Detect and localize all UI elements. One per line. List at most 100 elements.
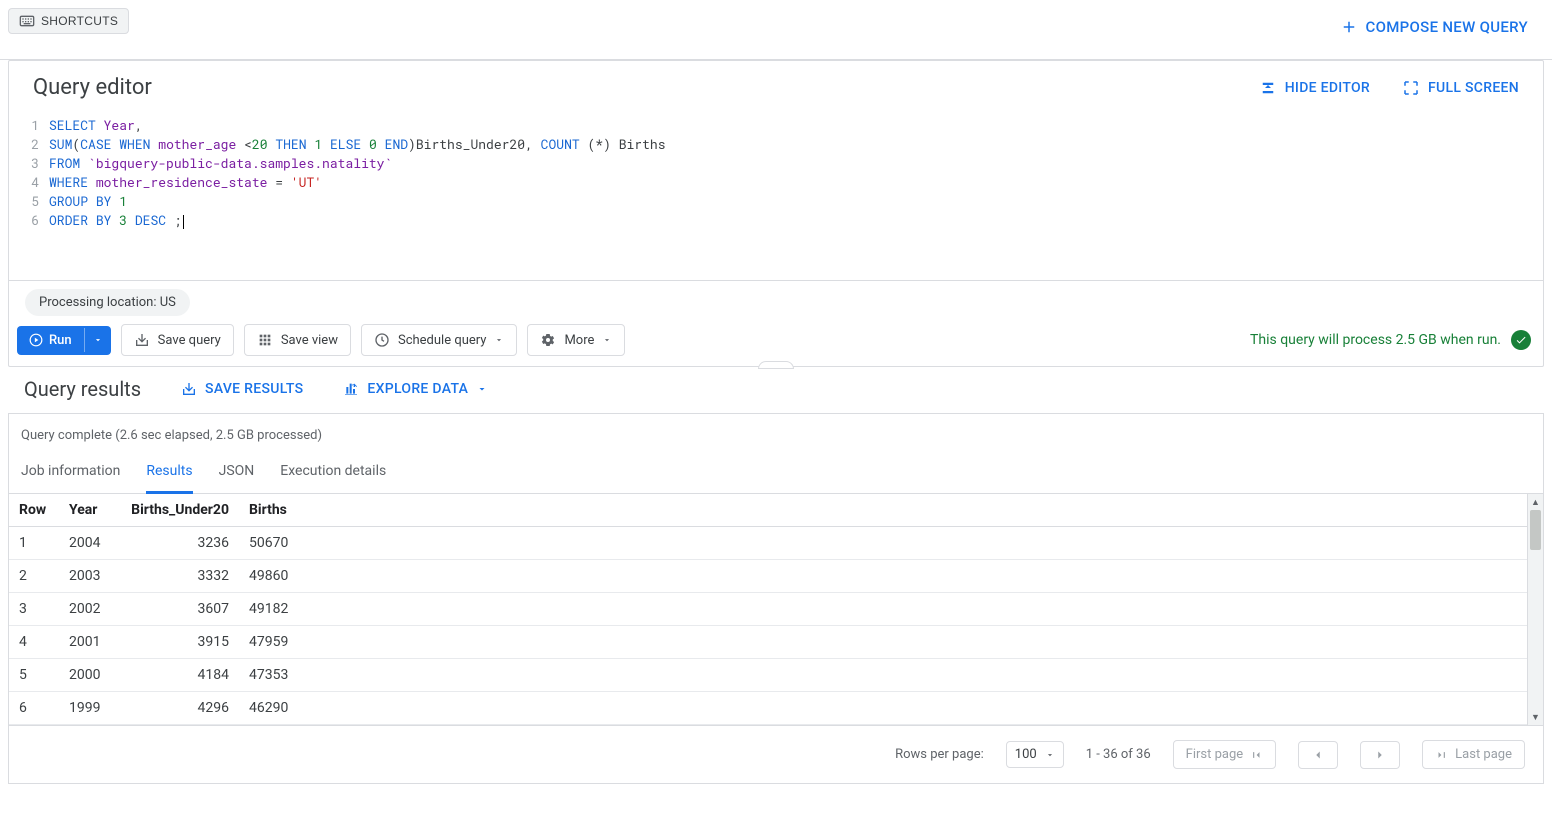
save-results-label: SAVE RESULTS <box>205 381 303 397</box>
table-row: 52000418447353 <box>9 659 1543 692</box>
hide-editor-button[interactable]: HIDE EDITOR <box>1259 79 1370 97</box>
cell-births-under20: 3332 <box>119 560 239 593</box>
tab-json[interactable]: JSON <box>219 453 255 494</box>
table-row: 22003333249860 <box>9 560 1543 593</box>
cell-row: 4 <box>9 626 59 659</box>
explore-label: EXPLORE DATA <box>367 381 468 397</box>
scroll-up-icon[interactable]: ▲ <box>1528 494 1543 510</box>
save-query-button[interactable]: Save query <box>121 324 234 356</box>
chevron-down-icon <box>602 335 612 345</box>
rows-per-page-select[interactable]: 100 <box>1006 741 1064 768</box>
save-view-label: Save view <box>281 333 338 348</box>
check-circle-icon <box>1511 330 1531 350</box>
play-icon <box>29 333 43 347</box>
more-button[interactable]: More <box>527 324 625 356</box>
cell-row: 1 <box>9 527 59 560</box>
more-label: More <box>564 333 594 348</box>
cell-births: 47353 <box>239 659 319 692</box>
run-label: Run <box>49 333 72 348</box>
cell-births-under20: 3236 <box>119 527 239 560</box>
last-page-icon <box>1435 748 1449 762</box>
first-page-icon <box>1249 748 1263 762</box>
first-page-button[interactable]: First page <box>1173 740 1277 769</box>
cell-year: 1999 <box>59 692 119 725</box>
cell-year: 2000 <box>59 659 119 692</box>
chevron-down-icon <box>1045 750 1055 760</box>
grid-icon <box>257 332 273 348</box>
schedule-label: Schedule query <box>398 333 486 348</box>
cell-births: 49860 <box>239 560 319 593</box>
table-row: 32002360749182 <box>9 593 1543 626</box>
cell-births: 46290 <box>239 692 319 725</box>
run-dropdown[interactable] <box>84 328 111 352</box>
cell-year: 2004 <box>59 527 119 560</box>
explore-data-button[interactable]: EXPLORE DATA <box>343 381 488 397</box>
cell-row: 3 <box>9 593 59 626</box>
shortcuts-label: SHORTCUTS <box>41 14 118 28</box>
schedule-query-button[interactable]: Schedule query <box>361 324 517 356</box>
processing-location-pill: Processing location: US <box>25 289 190 316</box>
save-query-label: Save query <box>158 333 221 348</box>
chevron-down-icon <box>494 335 504 345</box>
col-year: Year <box>59 494 119 527</box>
cell-births: 47959 <box>239 626 319 659</box>
cell-births-under20: 3915 <box>119 626 239 659</box>
results-panel: Query complete (2.6 sec elapsed, 2.5 GB … <box>8 413 1544 784</box>
compose-new-query-button[interactable]: COMPOSE NEW QUERY <box>1340 8 1528 46</box>
download-icon <box>181 381 197 397</box>
query-complete-text: Query complete (2.6 sec elapsed, 2.5 GB … <box>9 414 1543 453</box>
tab-job-information[interactable]: Job information <box>21 453 120 494</box>
chevron-down-icon <box>476 383 488 395</box>
fullscreen-label: FULL SCREEN <box>1428 80 1519 96</box>
first-page-label: First page <box>1186 747 1244 762</box>
tab-execution-details[interactable]: Execution details <box>280 453 386 494</box>
compose-label: COMPOSE NEW QUERY <box>1366 18 1528 36</box>
cell-births: 50670 <box>239 527 319 560</box>
text-cursor <box>183 215 184 229</box>
tab-results[interactable]: Results <box>146 453 192 494</box>
sql-editor[interactable]: 1SELECT Year, 2SUM(CASE WHEN mother_age … <box>9 110 1543 280</box>
pagination-range: 1 - 36 of 36 <box>1086 747 1151 762</box>
chevron-left-icon <box>1311 748 1325 762</box>
cell-births-under20: 4184 <box>119 659 239 692</box>
fullscreen-icon <box>1402 79 1420 97</box>
save-results-button[interactable]: SAVE RESULTS <box>181 381 303 397</box>
query-editor-panel: Query editor HIDE EDITOR FULL SCREEN 1SE… <box>8 60 1544 367</box>
fullscreen-button[interactable]: FULL SCREEN <box>1402 79 1519 97</box>
scrollbar[interactable]: ▲ ▼ <box>1527 494 1543 725</box>
results-table: Row Year Births_Under20 Births 120043236… <box>9 494 1543 725</box>
scrollbar-thumb[interactable] <box>1530 510 1541 550</box>
cell-row: 5 <box>9 659 59 692</box>
download-icon <box>134 332 150 348</box>
rows-per-page-value: 100 <box>1015 747 1037 762</box>
rows-per-page-label: Rows per page: <box>895 747 984 762</box>
hide-editor-label: HIDE EDITOR <box>1285 80 1370 96</box>
cell-year: 2002 <box>59 593 119 626</box>
hide-editor-icon <box>1259 79 1277 97</box>
chart-icon <box>343 381 359 397</box>
last-page-button[interactable]: Last page <box>1422 740 1525 769</box>
keyboard-icon <box>19 13 35 29</box>
run-button[interactable]: Run <box>17 326 111 355</box>
table-row: 61999429646290 <box>9 692 1543 725</box>
scroll-down-icon[interactable]: ▼ <box>1528 709 1543 725</box>
prev-page-button[interactable] <box>1298 741 1338 769</box>
next-page-button[interactable] <box>1360 741 1400 769</box>
query-status-text: This query will process 2.5 GB when run. <box>1250 332 1501 348</box>
cell-births-under20: 4296 <box>119 692 239 725</box>
cell-births: 49182 <box>239 593 319 626</box>
cell-row: 2 <box>9 560 59 593</box>
table-row: 12004323650670 <box>9 527 1543 560</box>
last-page-label: Last page <box>1455 747 1512 762</box>
col-births-under20: Births_Under20 <box>119 494 239 527</box>
col-births: Births <box>239 494 319 527</box>
clock-icon <box>374 332 390 348</box>
shortcuts-button[interactable]: SHORTCUTS <box>8 8 129 34</box>
col-row: Row <box>9 494 59 527</box>
gear-icon <box>540 332 556 348</box>
cell-births-under20: 3607 <box>119 593 239 626</box>
cell-row: 6 <box>9 692 59 725</box>
save-view-button[interactable]: Save view <box>244 324 351 356</box>
cell-year: 2001 <box>59 626 119 659</box>
results-title: Query results <box>24 377 141 401</box>
